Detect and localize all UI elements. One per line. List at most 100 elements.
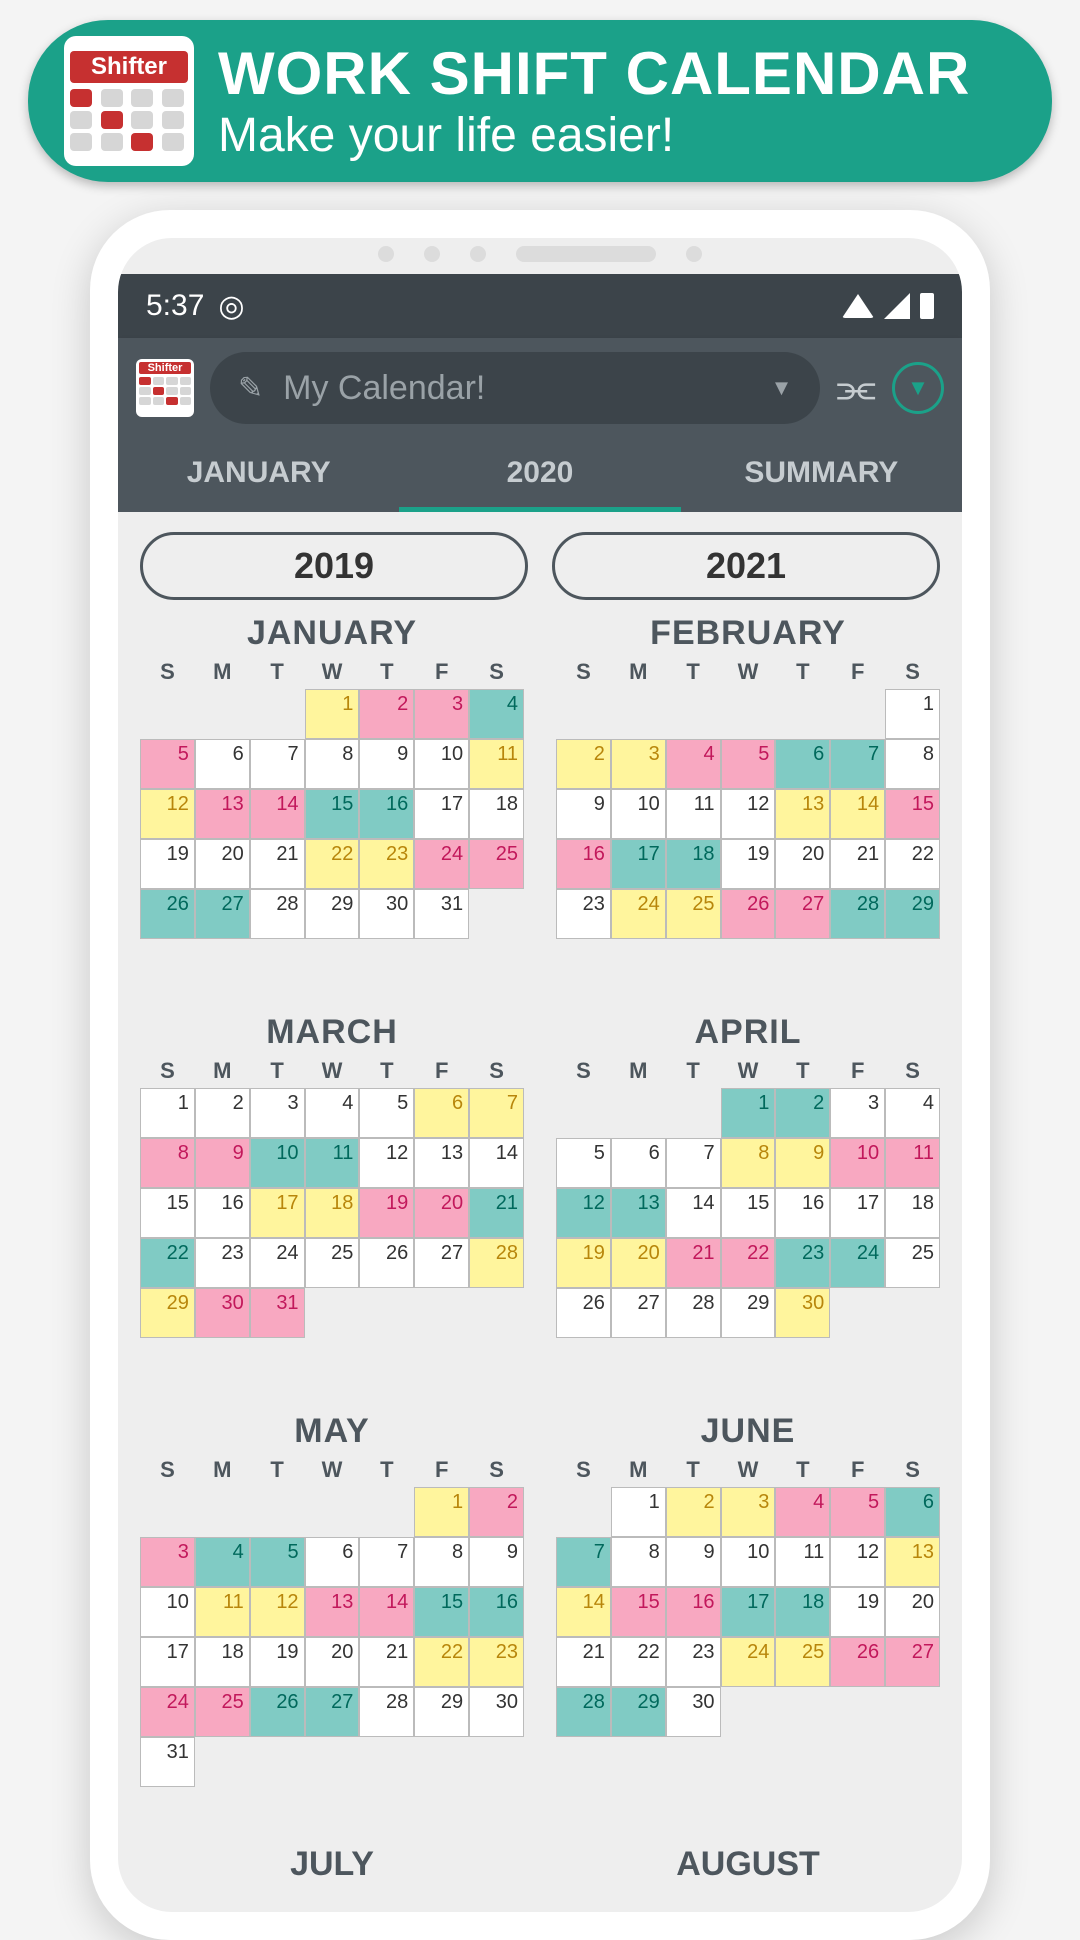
day-cell[interactable]: 13 xyxy=(305,1587,360,1637)
day-cell[interactable]: 23 xyxy=(666,1637,721,1687)
day-cell[interactable]: 28 xyxy=(830,889,885,939)
day-cell[interactable]: 9 xyxy=(469,1537,524,1587)
day-cell[interactable]: 14 xyxy=(666,1188,721,1238)
day-cell[interactable]: 5 xyxy=(830,1487,885,1537)
day-cell[interactable]: 6 xyxy=(611,1138,666,1188)
day-cell[interactable]: 20 xyxy=(414,1188,469,1238)
day-cell[interactable]: 2 xyxy=(666,1487,721,1537)
day-cell[interactable]: 26 xyxy=(250,1687,305,1737)
day-cell[interactable]: 30 xyxy=(666,1687,721,1737)
day-cell[interactable]: 28 xyxy=(359,1687,414,1737)
day-cell[interactable]: 20 xyxy=(195,839,250,889)
next-year-button[interactable]: 2021 xyxy=(552,532,940,600)
day-cell[interactable]: 12 xyxy=(556,1188,611,1238)
day-cell[interactable]: 10 xyxy=(250,1138,305,1188)
day-cell[interactable]: 4 xyxy=(469,689,524,739)
day-cell[interactable]: 15 xyxy=(885,789,940,839)
day-cell[interactable]: 5 xyxy=(140,739,195,789)
day-cell[interactable]: 3 xyxy=(250,1088,305,1138)
day-cell[interactable]: 12 xyxy=(140,789,195,839)
day-cell[interactable]: 18 xyxy=(469,789,524,839)
day-cell[interactable]: 2 xyxy=(359,689,414,739)
day-cell[interactable]: 19 xyxy=(140,839,195,889)
day-cell[interactable]: 23 xyxy=(775,1238,830,1288)
day-cell[interactable]: 30 xyxy=(775,1288,830,1338)
day-cell[interactable]: 12 xyxy=(721,789,776,839)
day-cell[interactable]: 23 xyxy=(469,1637,524,1687)
day-cell[interactable]: 31 xyxy=(414,889,469,939)
tab-year[interactable]: 2020 xyxy=(399,438,680,512)
day-cell[interactable]: 2 xyxy=(195,1088,250,1138)
day-cell[interactable]: 26 xyxy=(556,1288,611,1338)
app-logo[interactable]: Shifter xyxy=(136,359,194,417)
day-cell[interactable]: 22 xyxy=(611,1637,666,1687)
day-cell[interactable]: 10 xyxy=(414,739,469,789)
day-cell[interactable]: 7 xyxy=(830,739,885,789)
day-cell[interactable]: 3 xyxy=(414,689,469,739)
day-cell[interactable]: 30 xyxy=(469,1687,524,1737)
day-cell[interactable]: 13 xyxy=(414,1138,469,1188)
day-cell[interactable]: 8 xyxy=(140,1138,195,1188)
day-cell[interactable]: 24 xyxy=(830,1238,885,1288)
day-cell[interactable]: 21 xyxy=(469,1188,524,1238)
day-cell[interactable]: 17 xyxy=(721,1587,776,1637)
day-cell[interactable]: 22 xyxy=(140,1238,195,1288)
day-cell[interactable]: 2 xyxy=(469,1487,524,1537)
day-cell[interactable]: 26 xyxy=(359,1238,414,1288)
share-icon[interactable]: ⫘ xyxy=(836,363,876,413)
day-cell[interactable]: 8 xyxy=(305,739,360,789)
day-cell[interactable]: 29 xyxy=(414,1687,469,1737)
day-cell[interactable]: 7 xyxy=(556,1537,611,1587)
day-cell[interactable]: 7 xyxy=(250,739,305,789)
day-cell[interactable]: 4 xyxy=(666,739,721,789)
day-cell[interactable]: 1 xyxy=(721,1088,776,1138)
day-cell[interactable]: 5 xyxy=(556,1138,611,1188)
more-menu-button[interactable]: ▼ xyxy=(892,362,944,414)
day-cell[interactable]: 16 xyxy=(775,1188,830,1238)
day-cell[interactable]: 25 xyxy=(195,1687,250,1737)
day-cell[interactable]: 17 xyxy=(414,789,469,839)
day-cell[interactable]: 27 xyxy=(195,889,250,939)
day-cell[interactable]: 31 xyxy=(250,1288,305,1338)
day-cell[interactable]: 4 xyxy=(885,1088,940,1138)
day-cell[interactable]: 18 xyxy=(775,1587,830,1637)
day-cell[interactable]: 27 xyxy=(305,1687,360,1737)
day-cell[interactable]: 6 xyxy=(885,1487,940,1537)
day-cell[interactable]: 18 xyxy=(666,839,721,889)
day-cell[interactable]: 19 xyxy=(250,1637,305,1687)
day-cell[interactable]: 26 xyxy=(721,889,776,939)
day-cell[interactable]: 9 xyxy=(195,1138,250,1188)
day-cell[interactable]: 17 xyxy=(140,1637,195,1687)
day-cell[interactable]: 23 xyxy=(359,839,414,889)
day-cell[interactable]: 29 xyxy=(885,889,940,939)
day-cell[interactable]: 23 xyxy=(195,1238,250,1288)
month-march[interactable]: MARCHSMTWTFS1234567891011121314151617181… xyxy=(140,1013,524,1338)
day-cell[interactable]: 26 xyxy=(140,889,195,939)
day-cell[interactable]: 2 xyxy=(556,739,611,789)
day-cell[interactable]: 29 xyxy=(611,1687,666,1737)
day-cell[interactable]: 19 xyxy=(359,1188,414,1238)
day-cell[interactable]: 5 xyxy=(721,739,776,789)
month-february[interactable]: FEBRUARYSMTWTFS1234567891011121314151617… xyxy=(556,614,940,939)
day-cell[interactable]: 16 xyxy=(195,1188,250,1238)
day-cell[interactable]: 27 xyxy=(611,1288,666,1338)
day-cell[interactable]: 20 xyxy=(885,1587,940,1637)
day-cell[interactable]: 6 xyxy=(305,1537,360,1587)
day-cell[interactable]: 15 xyxy=(140,1188,195,1238)
day-cell[interactable]: 3 xyxy=(721,1487,776,1537)
tab-summary[interactable]: SUMMARY xyxy=(681,438,962,512)
day-cell[interactable]: 11 xyxy=(666,789,721,839)
day-cell[interactable]: 13 xyxy=(195,789,250,839)
day-cell[interactable]: 21 xyxy=(556,1637,611,1687)
month-january[interactable]: JANUARYSMTWTFS12345678910111213141516171… xyxy=(140,614,524,939)
day-cell[interactable]: 7 xyxy=(666,1138,721,1188)
day-cell[interactable]: 14 xyxy=(359,1587,414,1637)
day-cell[interactable]: 1 xyxy=(611,1487,666,1537)
calendar-select-dropdown[interactable]: ✎ My Calendar! ▼ xyxy=(210,352,820,424)
day-cell[interactable]: 25 xyxy=(469,839,524,889)
day-cell[interactable]: 29 xyxy=(721,1288,776,1338)
day-cell[interactable]: 13 xyxy=(885,1537,940,1587)
day-cell[interactable]: 14 xyxy=(469,1138,524,1188)
day-cell[interactable]: 25 xyxy=(775,1637,830,1687)
day-cell[interactable]: 14 xyxy=(250,789,305,839)
